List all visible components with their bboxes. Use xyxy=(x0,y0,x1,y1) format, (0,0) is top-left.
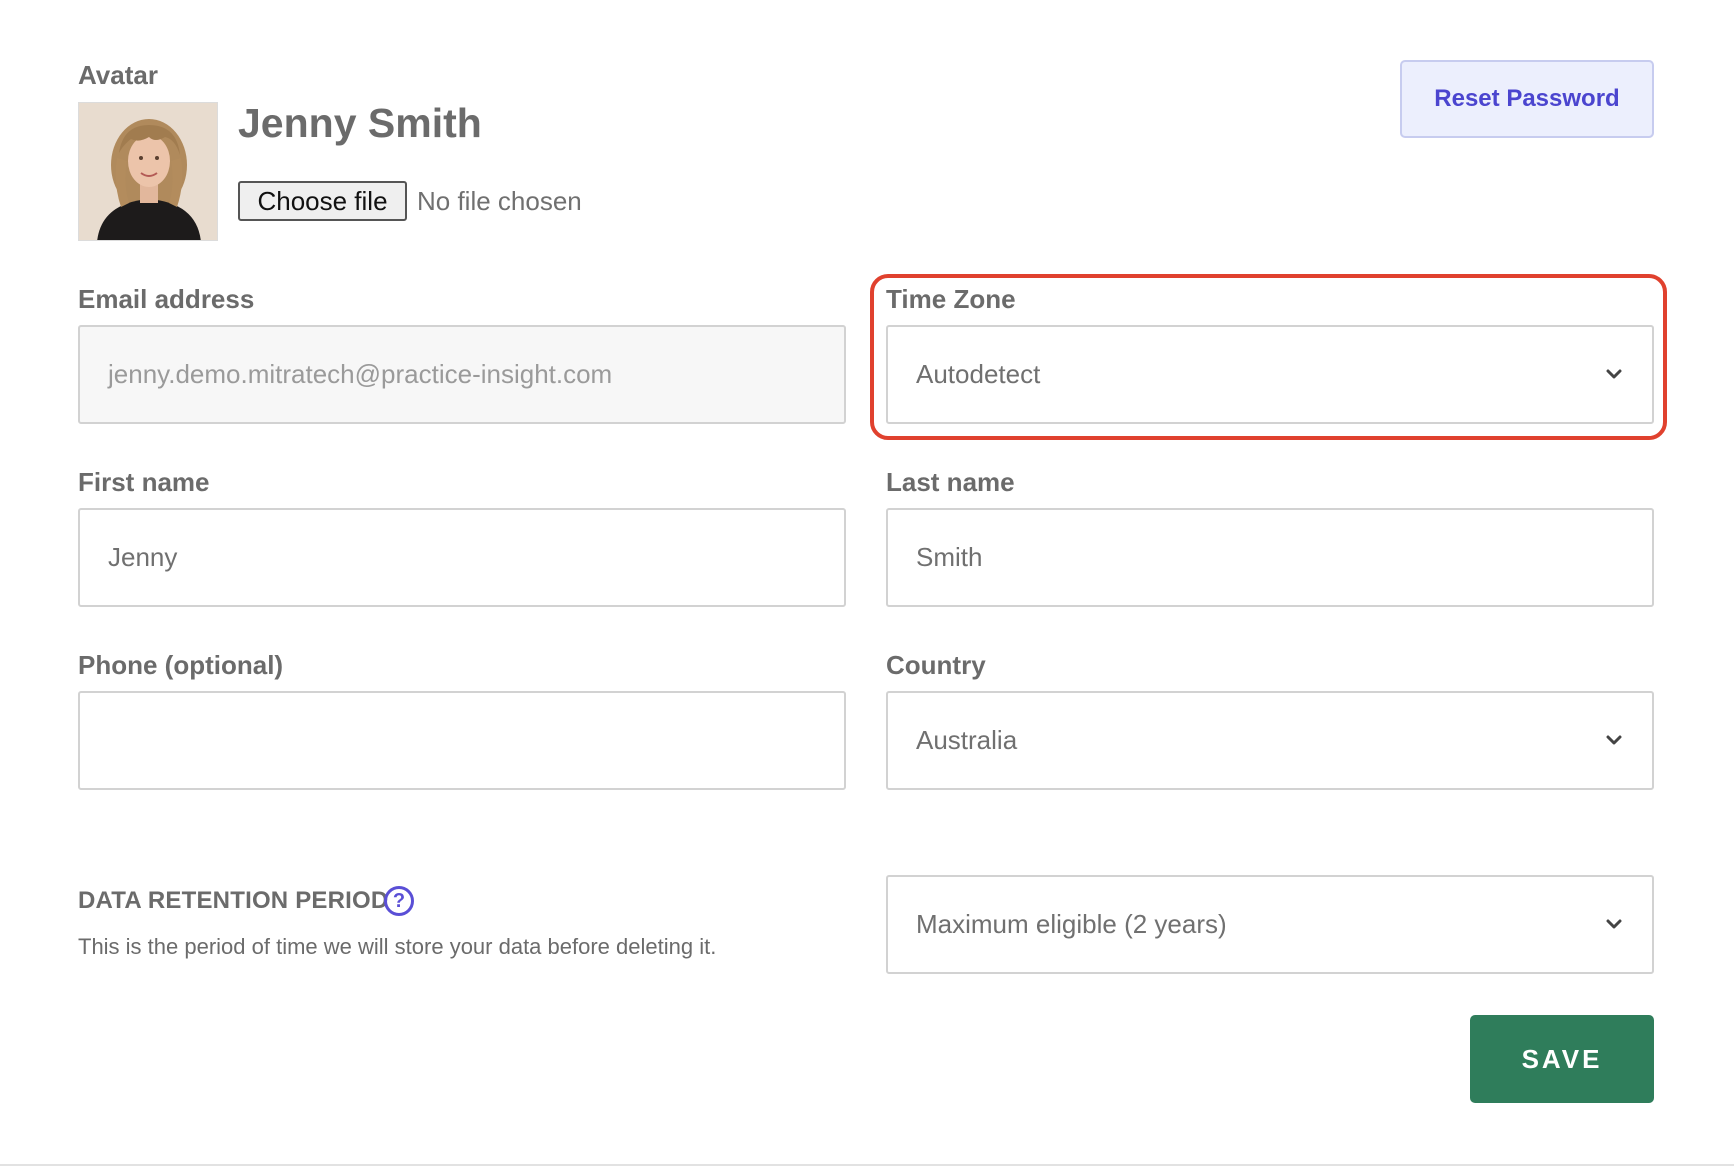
help-glyph: ? xyxy=(392,889,406,912)
chevron-down-icon xyxy=(1606,369,1622,378)
retention-select[interactable]: Maximum eligible (2 years) xyxy=(886,875,1654,974)
chevron-down-icon xyxy=(1606,735,1622,744)
avatar-photo xyxy=(79,103,217,240)
user-name: Jenny Smith xyxy=(238,100,482,146)
retention-value: Maximum eligible (2 years) xyxy=(916,909,1227,939)
reset-password-button[interactable]: Reset Password xyxy=(1400,60,1654,138)
retention-description: This is the period of time we will store… xyxy=(78,934,717,959)
email-field: jenny.demo.mitratech@practice-insight.co… xyxy=(78,325,846,424)
phone-field[interactable] xyxy=(78,691,846,790)
email-value: jenny.demo.mitratech@practice-insight.co… xyxy=(108,359,613,389)
save-button[interactable]: SAVE xyxy=(1470,1015,1654,1103)
country-select[interactable]: Australia xyxy=(886,691,1654,790)
chevron-down-icon xyxy=(1606,919,1622,928)
first-name-field[interactable]: Jenny xyxy=(78,508,846,607)
last-name-field[interactable]: Smith xyxy=(886,508,1654,607)
timezone-select[interactable]: Autodetect xyxy=(886,325,1654,424)
timezone-label: Time Zone xyxy=(886,284,1016,314)
last-name-value: Smith xyxy=(916,542,983,572)
last-name-label: Last name xyxy=(886,467,1015,497)
bottom-divider xyxy=(0,1164,1734,1166)
no-file-text: No file chosen xyxy=(417,186,582,216)
retention-title: DATA RETENTION PERIOD xyxy=(78,887,389,914)
avatar-label: Avatar xyxy=(78,60,158,90)
phone-label: Phone (optional) xyxy=(78,650,284,680)
first-name-value: Jenny xyxy=(108,542,178,572)
choose-file-button[interactable]: Choose file xyxy=(238,181,407,221)
country-label: Country xyxy=(886,650,986,680)
timezone-value: Autodetect xyxy=(916,359,1041,389)
first-name-label: First name xyxy=(78,467,210,497)
question-circle-icon[interactable]: ? xyxy=(384,886,414,916)
avatar xyxy=(78,102,218,241)
email-label: Email address xyxy=(78,284,255,314)
country-value: Australia xyxy=(916,725,1018,755)
